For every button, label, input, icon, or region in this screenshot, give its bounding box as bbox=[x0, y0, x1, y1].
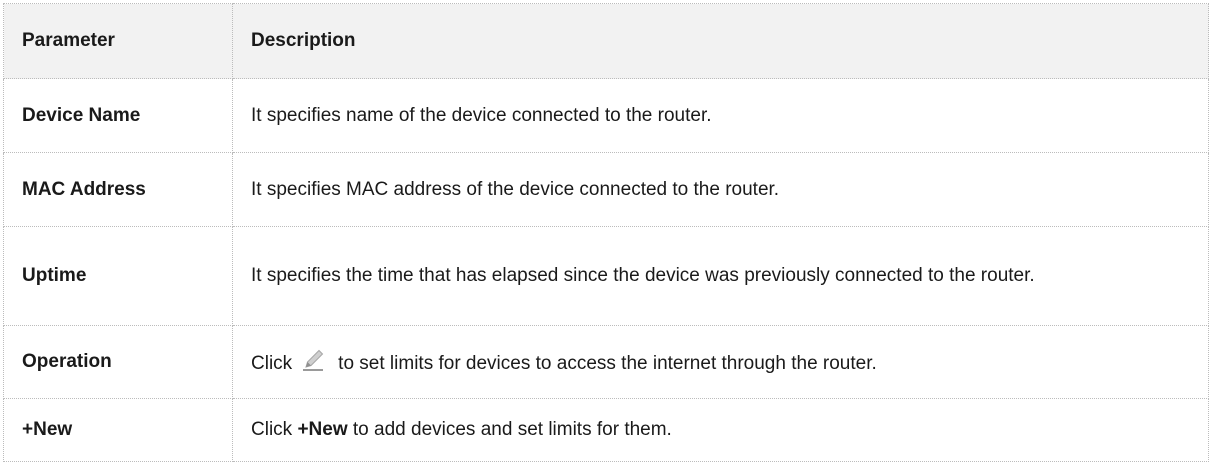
description-cell: It specifies the time that has elapsed s… bbox=[232, 226, 1209, 326]
description-cell: Click to set limits for devices to acces… bbox=[232, 325, 1209, 399]
edit-pencil-icon bbox=[300, 347, 326, 373]
table-row: Device Name It specifies name of the dev… bbox=[3, 78, 1209, 153]
description-cell: It specifies name of the device connecte… bbox=[232, 78, 1209, 153]
parameter-cell: Device Name bbox=[3, 78, 233, 153]
description-text: to add devices and set limits for them. bbox=[352, 419, 672, 440]
parameter-cell: MAC Address bbox=[3, 152, 233, 227]
header-description: Description bbox=[232, 3, 1209, 79]
table-row: Operation Click to set limits for device… bbox=[3, 325, 1209, 399]
description-text: to set limits for devices to access the … bbox=[338, 352, 877, 374]
table-header-row: Parameter Description bbox=[3, 3, 1209, 79]
description-cell: It specifies MAC address of the device c… bbox=[232, 152, 1209, 227]
description-text: Click bbox=[251, 419, 293, 440]
table-row: MAC Address It specifies MAC address of … bbox=[3, 152, 1209, 227]
table-row: +New Click +New to add devices and set l… bbox=[3, 398, 1209, 462]
parameter-cell: +New bbox=[3, 398, 233, 462]
parameter-cell: Uptime bbox=[3, 226, 233, 326]
description-cell: Click +New to add devices and set limits… bbox=[232, 398, 1209, 462]
parameter-table: Parameter Description Device Name It spe… bbox=[3, 3, 1209, 462]
header-parameter: Parameter bbox=[3, 3, 233, 79]
table-row: Uptime It specifies the time that has el… bbox=[3, 226, 1209, 326]
description-text: Click bbox=[251, 352, 293, 374]
parameter-cell: Operation bbox=[3, 325, 233, 399]
description-bold-text: +New bbox=[297, 419, 348, 440]
